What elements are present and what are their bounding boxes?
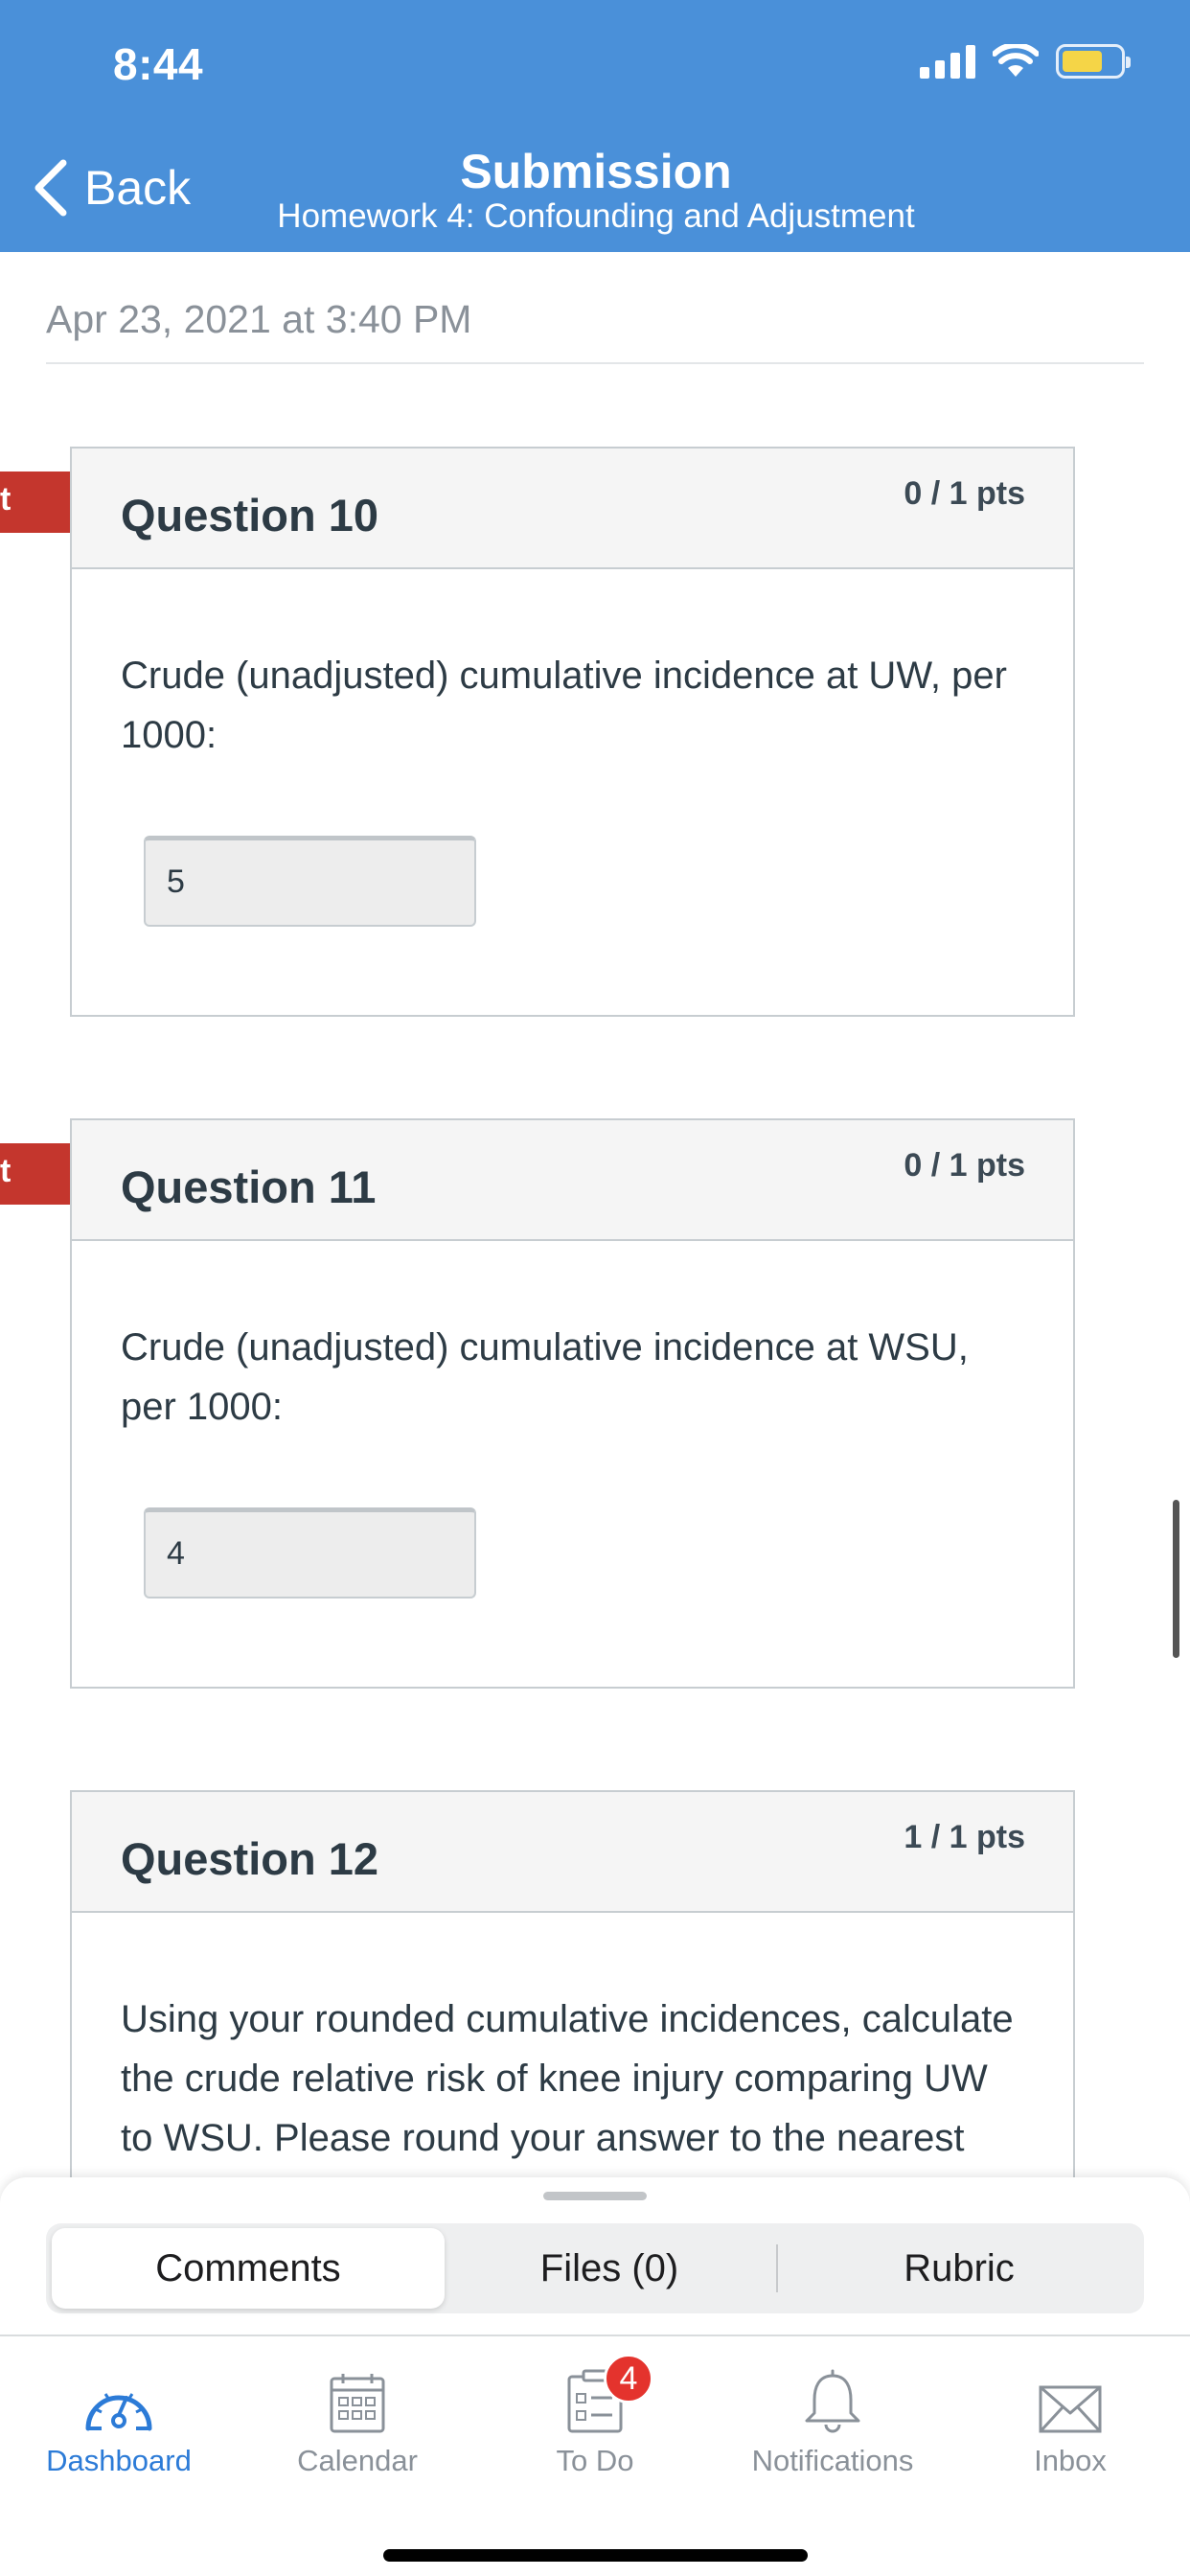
tab-todo[interactable]: 4 To Do	[476, 2354, 714, 2478]
battery-icon	[1056, 44, 1131, 79]
question-header: Question 11 0 / 1 pts	[72, 1120, 1073, 1241]
question-title: Question 10	[121, 490, 379, 540]
question-header: Question 10 0 / 1 pts	[72, 448, 1073, 569]
wifi-icon	[993, 44, 1039, 77]
answer-field[interactable]: 4	[144, 1507, 476, 1598]
tab-label: Inbox	[1034, 2444, 1107, 2477]
tab-rubric[interactable]: Rubric	[780, 2228, 1138, 2309]
scrollbar[interactable]	[1173, 1500, 1179, 1658]
cellular-signal-icon	[920, 44, 975, 79]
tab-label: Calendar	[297, 2444, 418, 2477]
tab-bar: Dashboard Calendar 4 To Do Notifications…	[0, 2334, 1190, 2576]
question-points: 0 / 1 pts	[904, 475, 1025, 512]
sheet-segmented-control: Comments Files (0) Rubric	[46, 2223, 1144, 2313]
bottom-sheet: Comments Files (0) Rubric Dashboard Cale…	[0, 2177, 1190, 2576]
tab-comments[interactable]: Comments	[52, 2228, 445, 2309]
question-header: Question 12 1 / 1 pts	[72, 1792, 1073, 1913]
question-points: 1 / 1 pts	[904, 1819, 1025, 1855]
sheet-grabber[interactable]	[543, 2192, 647, 2200]
tab-label: Dashboard	[46, 2444, 192, 2477]
question-text: Crude (unadjusted) cumulative incidence …	[121, 1326, 969, 1428]
app-header: 8:44 Back Submission Homework 4: Confoun…	[0, 0, 1190, 252]
answer-field[interactable]: 5	[144, 836, 476, 927]
tab-label: Notifications	[751, 2444, 914, 2477]
tab-notifications[interactable]: Notifications	[714, 2358, 951, 2478]
question-card: Question 11 0 / 1 pts Crude (unadjusted)…	[70, 1118, 1075, 1689]
todo-badge: 4	[604, 2354, 653, 2404]
page-subtitle: Homework 4: Confounding and Adjustment	[277, 197, 915, 235]
status-time: 8:44	[113, 39, 204, 89]
home-indicator	[383, 2549, 808, 2562]
dashboard-icon	[85, 2393, 152, 2431]
question-text: Crude (unadjusted) cumulative incidence …	[121, 655, 1007, 756]
question-points: 0 / 1 pts	[904, 1147, 1025, 1184]
question-title: Question 12	[121, 1833, 379, 1884]
question-card: Question 10 0 / 1 pts Crude (unadjusted)…	[70, 447, 1075, 1017]
bell-icon	[805, 2369, 860, 2433]
submission-date: Apr 23, 2021 at 3:40 PM	[46, 297, 472, 341]
calendar-icon	[330, 2374, 385, 2433]
tab-dashboard[interactable]: Dashboard	[0, 2358, 238, 2478]
tab-label: To Do	[556, 2444, 634, 2477]
page-title: Submission	[460, 145, 732, 198]
tab-files[interactable]: Files (0)	[446, 2228, 772, 2309]
tab-inbox[interactable]: Inbox	[951, 2358, 1189, 2478]
status-indicators	[920, 44, 1131, 79]
segment-divider	[776, 2244, 778, 2292]
question-title: Question 11	[121, 1162, 377, 1212]
tab-calendar[interactable]: Calendar	[239, 2358, 476, 2478]
submission-date-row: Apr 23, 2021 at 3:40 PM	[46, 297, 1144, 364]
mail-icon	[1039, 2385, 1102, 2433]
